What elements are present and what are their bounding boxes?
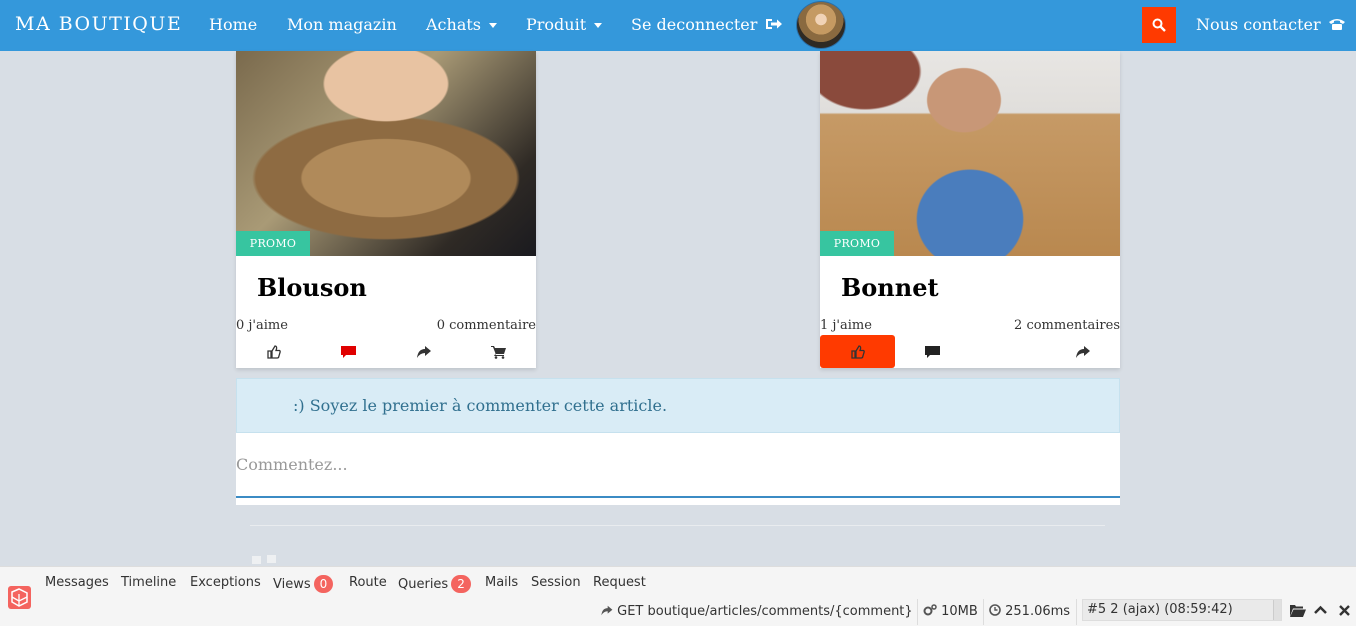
comment-button[interactable]	[311, 335, 386, 368]
phone-icon	[1328, 19, 1345, 30]
comments-count: 0 commentaire	[436, 318, 536, 333]
folder-open-icon[interactable]	[1290, 604, 1306, 617]
likes-count: 1 j'aime	[820, 318, 872, 333]
comment-input[interactable]	[236, 433, 1120, 498]
debug-tab-views-label: Views	[273, 577, 311, 592]
request-history-value: #5 2 (ajax) (08:59:42)	[1087, 602, 1233, 617]
brand-logo-text[interactable]: MA BOUTIQUE	[15, 13, 182, 35]
search-icon	[1152, 18, 1166, 32]
debug-tab-session[interactable]: Session	[531, 575, 581, 590]
share-icon	[601, 605, 613, 616]
share-button[interactable]	[386, 335, 461, 368]
nav-home[interactable]: Home	[209, 15, 257, 34]
cogs-icon	[923, 604, 937, 616]
clock-icon	[989, 604, 1001, 616]
nav-produit-label: Produit	[526, 15, 587, 34]
debug-tab-queries[interactable]: Queries 2	[398, 575, 471, 593]
like-button[interactable]	[236, 335, 311, 368]
queries-count-badge: 2	[451, 575, 471, 593]
comment-icon	[341, 345, 356, 358]
chevron-up-icon[interactable]	[1314, 605, 1327, 615]
likes-count: 0 j'aime	[236, 318, 288, 333]
navbar: MA BOUTIQUE Home Mon magazin Achats Prod…	[0, 0, 1356, 51]
nav-logout[interactable]: Se deconnecter	[631, 15, 782, 34]
debug-time: 251.06ms	[989, 604, 1070, 619]
caret-down-icon	[594, 23, 603, 28]
views-count-badge: 0	[313, 575, 334, 593]
close-icon[interactable]	[1339, 605, 1350, 616]
caret-down-icon	[489, 23, 498, 28]
like-button-active[interactable]	[820, 335, 895, 368]
product-image[interactable]	[236, 51, 536, 256]
select-scrollbar[interactable]	[1273, 600, 1281, 620]
nav-achats-label: Achats	[426, 15, 481, 34]
loading-indicator	[252, 556, 261, 564]
nav-mon-magazin[interactable]: Mon magazin	[287, 15, 397, 34]
product-card[interactable]: PROMO Blouson 0 j'aime 0 commentaire	[236, 51, 536, 368]
divider	[250, 525, 1105, 526]
comment-form	[236, 433, 1120, 505]
no-comments-alert: :) Soyez le premier à commenter cette ar…	[236, 378, 1120, 433]
nav-contact-label: Nous contacter	[1196, 15, 1321, 34]
debug-time-value: 251.06ms	[1005, 604, 1071, 619]
promo-badge: PROMO	[236, 231, 310, 256]
nav-produit-dropdown[interactable]: Produit	[526, 15, 603, 34]
nav-contact[interactable]: Nous contacter	[1196, 15, 1346, 34]
product-title[interactable]: Blouson	[257, 273, 367, 302]
nav-logout-label: Se deconnecter	[631, 15, 758, 34]
debug-tab-messages[interactable]: Messages	[45, 575, 109, 590]
share-button[interactable]	[1045, 335, 1120, 368]
product-card[interactable]: PROMO Bonnet 1 j'aime 2 commentaires	[820, 51, 1120, 368]
product-title[interactable]: Bonnet	[841, 273, 939, 302]
user-avatar[interactable]	[796, 1, 846, 49]
loading-indicator	[267, 555, 276, 563]
debug-request-info: GET boutique/articles/comments/{comment}	[600, 604, 913, 619]
debug-memory-value: 10MB	[941, 604, 978, 619]
thumbs-up-icon	[266, 344, 281, 359]
sign-out-icon	[765, 19, 782, 29]
share-icon	[417, 345, 431, 358]
debug-memory: 10MB	[923, 604, 978, 619]
divider	[1076, 599, 1077, 625]
no-comments-message: :) Soyez le premier à commenter cette ar…	[293, 396, 668, 415]
debug-bar: Messages Timeline Exceptions Views 0 Rout…	[0, 566, 1356, 626]
search-button[interactable]	[1142, 7, 1176, 43]
divider	[983, 599, 984, 625]
promo-badge: PROMO	[820, 231, 894, 256]
nav-achats-dropdown[interactable]: Achats	[426, 15, 498, 34]
thumbs-up-icon	[850, 344, 865, 359]
debug-tab-request[interactable]: Request	[593, 575, 646, 590]
debug-tab-views[interactable]: Views 0	[273, 575, 334, 593]
debug-request-route: GET boutique/articles/comments/{comment}	[617, 604, 913, 619]
comment-icon	[925, 345, 940, 358]
divider	[917, 599, 918, 625]
add-to-cart-button[interactable]	[461, 335, 536, 368]
debug-tab-route[interactable]: Route	[349, 575, 387, 590]
product-image[interactable]	[820, 51, 1120, 256]
debug-tab-mails[interactable]: Mails	[485, 575, 518, 590]
request-history-select[interactable]: #5 2 (ajax) (08:59:42)	[1082, 599, 1282, 621]
laravel-logo-icon[interactable]	[8, 586, 31, 609]
debug-tab-queries-label: Queries	[398, 577, 449, 592]
debug-tab-timeline[interactable]: Timeline	[121, 575, 176, 590]
comments-count: 2 commentaires	[1014, 318, 1120, 333]
debug-tab-exceptions[interactable]: Exceptions	[190, 575, 261, 590]
comment-button[interactable]	[895, 335, 970, 368]
cart-icon	[491, 345, 506, 359]
share-icon	[1076, 345, 1090, 358]
